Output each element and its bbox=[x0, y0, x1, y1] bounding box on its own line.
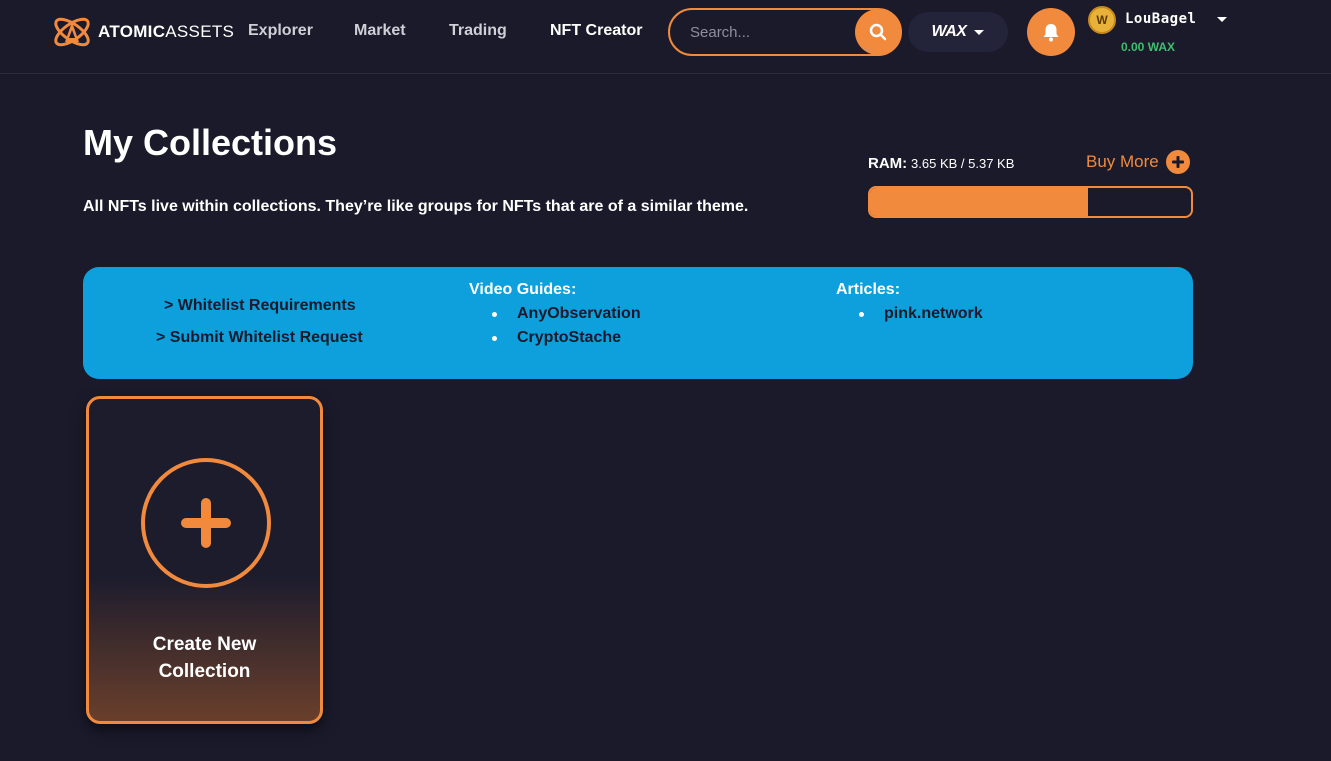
page-title: My Collections bbox=[83, 122, 338, 163]
wax-logo: WAX bbox=[931, 23, 967, 40]
buy-more-label: Buy More bbox=[1086, 152, 1159, 171]
search-button[interactable] bbox=[855, 9, 901, 55]
video-link-anyobservation[interactable]: AnyObservation bbox=[517, 305, 641, 323]
buy-more-button[interactable]: Buy More bbox=[1086, 150, 1190, 174]
whitelist-requirements-link[interactable]: > Whitelist Requirements bbox=[164, 297, 356, 315]
video-guides-heading: Video Guides: bbox=[469, 281, 577, 298]
username: LouBagel bbox=[1125, 11, 1197, 27]
chain-selector[interactable]: WAX bbox=[908, 12, 1008, 52]
ram-value: 3.65 KB / 5.37 KB bbox=[911, 156, 1015, 171]
create-collection-card[interactable]: Create New Collection bbox=[86, 396, 323, 724]
ram-usage: RAM: 3.65 KB / 5.37 KB bbox=[868, 155, 1014, 172]
video-link-cryptostache[interactable]: CryptoStache bbox=[517, 329, 621, 347]
nav-market[interactable]: Market bbox=[354, 22, 406, 40]
chevron-down-icon bbox=[1217, 17, 1227, 22]
logo-text: ATOMICASSETS bbox=[98, 22, 235, 41]
create-collection-label: Create New Collection bbox=[89, 631, 320, 685]
notifications-button[interactable] bbox=[1027, 8, 1075, 56]
bullet bbox=[492, 312, 497, 317]
nav-explorer[interactable]: Explorer bbox=[248, 22, 313, 40]
atomicassets-logo[interactable]: ATOMICASSETS bbox=[50, 8, 234, 56]
search-icon bbox=[869, 23, 887, 41]
user-menu[interactable]: W LouBagel 0.00 WAX bbox=[1088, 6, 1248, 62]
submit-whitelist-link[interactable]: > Submit Whitelist Request bbox=[156, 329, 363, 347]
avatar: W bbox=[1088, 6, 1116, 34]
search-input[interactable] bbox=[690, 22, 850, 42]
chevron-down-icon bbox=[974, 29, 985, 35]
ram-percent: 68% bbox=[1154, 194, 1185, 211]
bullet bbox=[859, 312, 864, 317]
article-link-pink-network[interactable]: pink.network bbox=[884, 305, 983, 323]
atom-icon bbox=[54, 17, 90, 47]
create-label-line1: Create New bbox=[152, 634, 257, 655]
bullet bbox=[492, 336, 497, 341]
info-banner: > Whitelist Requirements > Submit Whitel… bbox=[83, 267, 1193, 379]
bell-icon bbox=[1043, 24, 1059, 42]
ram-label: RAM: bbox=[868, 155, 908, 172]
page-subtitle: All NFTs live within collections. They’r… bbox=[83, 198, 749, 215]
create-label-line2: Collection bbox=[158, 661, 251, 682]
nav-trading[interactable]: Trading bbox=[449, 22, 507, 40]
top-navbar: ATOMICASSETS Explorer Market Trading NFT… bbox=[0, 0, 1331, 74]
search-box bbox=[668, 8, 902, 56]
ram-progress-bar: 68% bbox=[868, 186, 1193, 218]
ram-progress-fill bbox=[870, 188, 1089, 216]
plus-icon bbox=[181, 498, 231, 548]
plus-circle-icon bbox=[141, 458, 271, 588]
nav-nft-creator[interactable]: NFT Creator bbox=[550, 22, 642, 40]
wax-balance: 0.00 WAX bbox=[1121, 40, 1176, 54]
articles-heading: Articles: bbox=[836, 281, 901, 298]
plus-circle-icon bbox=[1165, 150, 1190, 174]
